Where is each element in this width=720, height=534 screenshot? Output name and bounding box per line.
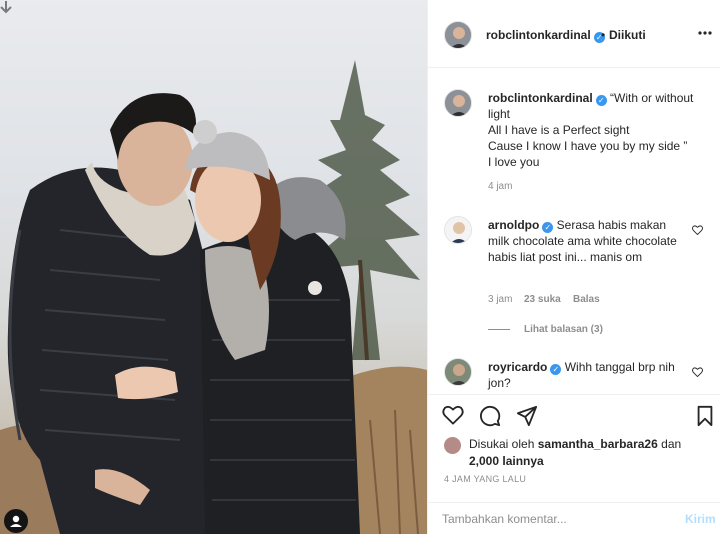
comment-avatar[interactable]: [444, 216, 472, 244]
likes-prefix: Disukai oleh: [469, 437, 535, 451]
post-detail-panel: robclintonkardinal ✓ • Diikuti robclinton…: [427, 0, 720, 534]
likes-conjunction: dan: [661, 437, 682, 451]
likes-summary: Disukai oleh samantha_barbara26 dan 2,00…: [469, 436, 709, 470]
author-username[interactable]: robclintonkardinal ✓: [486, 28, 605, 43]
follow-status-button[interactable]: Diikuti: [609, 28, 646, 42]
post-timestamp[interactable]: 4 JAM YANG LALU: [444, 474, 526, 484]
liker-username[interactable]: samantha_barbara26: [538, 437, 658, 451]
post-header: robclintonkardinal ✓ • Diikuti: [428, 0, 720, 68]
comment-likes-count[interactable]: 23 suka: [524, 294, 561, 305]
heart-icon[interactable]: [442, 405, 464, 425]
header-separator: •: [601, 28, 606, 42]
caption-text: robclintonkardinal ✓ “With or without lig…: [488, 90, 698, 170]
verified-badge-icon: ✓: [550, 364, 562, 375]
likes-others-count[interactable]: 2,000 lainnya: [469, 454, 544, 468]
action-bar: [428, 394, 720, 434]
comments-list[interactable]: robclintonkardinal ✓ “With or without lig…: [428, 68, 720, 394]
comment-text: arnoldpo ✓ Serasa habis makan milk chocol…: [488, 217, 688, 265]
comment-like-heart-icon[interactable]: [692, 225, 703, 235]
add-comment-input[interactable]: [442, 510, 672, 528]
download-arrow-icon[interactable]: [0, 0, 12, 16]
user-tag-icon[interactable]: [4, 509, 28, 533]
author-avatar[interactable]: [444, 21, 472, 49]
post-photo[interactable]: [0, 0, 427, 534]
liker-avatar[interactable]: [444, 437, 461, 454]
comment-username[interactable]: royricardo ✓: [488, 360, 562, 375]
verified-badge-icon: ✓: [595, 95, 607, 106]
comment-avatar[interactable]: [444, 358, 472, 386]
replies-divider: [488, 329, 510, 330]
comment-like-heart-icon[interactable]: [692, 367, 703, 377]
comment-text: royricardo ✓ Wihh tanggal brp nih jon?: [488, 359, 688, 391]
caption-time[interactable]: 4 jam: [488, 181, 512, 192]
add-comment-bar: Kirim: [428, 502, 720, 534]
couple-photo-illustration: [0, 60, 427, 534]
comment-username[interactable]: arnoldpo ✓: [488, 218, 554, 233]
view-replies-button[interactable]: Lihat balasan (3): [524, 324, 603, 335]
caption-author-username[interactable]: robclintonkardinal ✓: [488, 91, 607, 106]
post-comment-button[interactable]: Kirim: [685, 512, 716, 526]
bookmark-icon[interactable]: [696, 405, 714, 427]
verified-badge-icon: ✓: [542, 222, 554, 233]
more-options-icon[interactable]: [698, 31, 712, 35]
share-icon[interactable]: [516, 405, 538, 427]
caption-author-avatar[interactable]: [444, 89, 472, 117]
comment-icon[interactable]: [479, 405, 501, 427]
comment-reply-button[interactable]: Balas: [573, 294, 600, 305]
comment-time[interactable]: 3 jam: [488, 294, 512, 305]
